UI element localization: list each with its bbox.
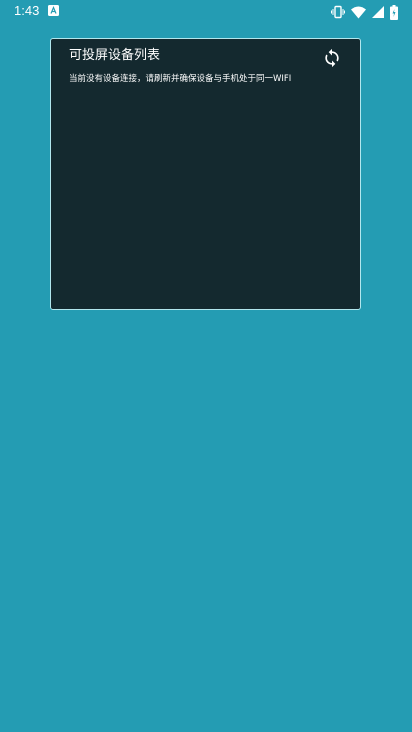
no-device-message: 当前没有设备连接，请刷新并确保设备与手机处于同一WIFI bbox=[69, 74, 292, 84]
app-a-icon bbox=[48, 5, 59, 16]
panel-title: 可投屏设备列表 bbox=[69, 48, 161, 63]
cast-device-panel: 可投屏设备列表 当前没有设备连接，请刷新并确保设备与手机处于同一WIFI bbox=[50, 38, 361, 310]
wifi-icon bbox=[351, 6, 366, 18]
refresh-icon[interactable] bbox=[322, 48, 342, 68]
status-time: 1:43 bbox=[14, 3, 40, 18]
battery-icon bbox=[390, 4, 398, 20]
signal-icon bbox=[372, 6, 384, 18]
vibrate-icon bbox=[331, 5, 345, 19]
status-icons bbox=[331, 3, 398, 21]
status-bar: 1:43 bbox=[0, 0, 412, 24]
